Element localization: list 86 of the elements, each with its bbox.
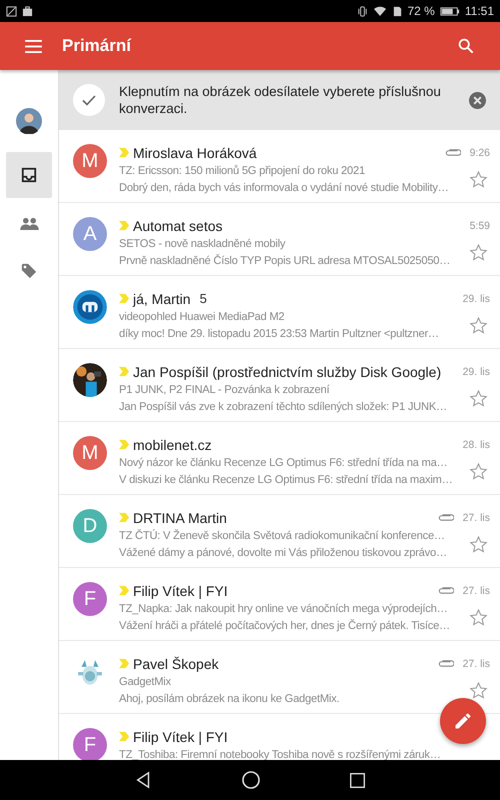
home-icon[interactable] xyxy=(240,770,260,790)
email-snippet: Jan Pospíšil vás zve k zobrazení těchto sdílených složek: P1 JUNK… xyxy=(119,400,447,412)
email-subject: TZ_Napka: Jak nakoupit hry online ve vánočních mega výprodejích… xyxy=(119,602,448,614)
sender-name: Pavel Škopek xyxy=(133,656,219,672)
importance-marker-icon[interactable] xyxy=(119,147,130,158)
sender-name: Filip Vítek | FYI xyxy=(133,582,228,598)
email-subject: SETOS - nově naskladněné mobily xyxy=(119,238,286,250)
sender-name: Miroslava Horáková xyxy=(133,144,257,160)
inbox-icon[interactable] xyxy=(21,167,37,183)
email-subject: TZ_Toshiba: Firemní notebooky Toshiba nově s rozšířenými záruk… xyxy=(119,748,441,760)
importance-marker-icon[interactable] xyxy=(119,585,130,596)
sender-avatar[interactable]: F xyxy=(73,728,107,762)
email-snippet: Vážení hráči a přátelé počítačových her, dnes je Černý pátek. Tisíce… xyxy=(119,620,450,632)
sim-icon xyxy=(392,6,402,16)
received-time: 28. lis xyxy=(462,438,490,450)
wifi-icon xyxy=(372,5,386,17)
received-time: 29. lis xyxy=(462,366,490,378)
email-snippet: V diskuzi ke článku Recenze LG Optimus F6: střední třída na maxim… xyxy=(119,474,453,486)
sender-name: DRTINA Martin xyxy=(133,510,227,526)
star-icon[interactable] xyxy=(469,316,488,335)
email-row[interactable]: Jan Pospíšil (prostřednictvím služby Disk Google) 29. lis P1 JUNK, P2 FINAL - Pozvánka k zobrazení Jan Pospíšil vás zve k zobrazení těchto sdílených složek: P1 JUNK… xyxy=(59,349,500,422)
received-time: 29. lis xyxy=(462,292,490,304)
account-avatar[interactable] xyxy=(16,108,42,134)
email-subject: P1 JUNK, P2 FINAL - Pozvánka k zobrazení xyxy=(119,384,330,396)
screen-title: Primární xyxy=(62,36,132,56)
email-snippet: Prvně naskladněné Číslo TYP Popis URL adresa MTOSAL5025050… xyxy=(119,254,450,266)
check-icon[interactable] xyxy=(73,84,105,116)
sender-name: mobilenet.cz xyxy=(133,436,212,452)
email-row[interactable]: D DRTINA Martin 27. lis TZ ČTÚ: V Ženevě skončila Světová radiokomunikační konference… Vážené dámy a pánové, dovolte mi Vás přiloženou tiskovou zprávo… xyxy=(59,495,500,568)
message-count: 5 xyxy=(200,291,207,306)
email-row[interactable]: A Automat setos 5:59 SETOS - nově naskladněné mobily Prvně naskladněné Číslo TYP Popis URL adresa MTOSAL5025050… xyxy=(59,203,500,276)
email-row[interactable]: M Miroslava Horáková 9:26 TZ: Ericsson: 150 milionů 5G připojení do roku 2021 Dobrý den, ráda bych vás informovala o vydání nové studie Mobility… xyxy=(59,130,500,203)
recents-icon[interactable] xyxy=(348,772,366,788)
sender-name: Automat setos xyxy=(133,218,222,234)
email-row[interactable]: F Filip Vítek | FYI 27. lis TZ_Napka: Jak nakoupit hry online ve vánočních mega výprodejích… Vážení hráči a přátelé počítačových her, dnes je Černý pátek. Tisíce… xyxy=(59,568,500,641)
people-icon[interactable] xyxy=(20,216,38,230)
email-subject: videopohled Huawei MediaPad M2 xyxy=(119,310,284,322)
star-icon[interactable] xyxy=(469,170,488,189)
clock-time: 11:51 xyxy=(464,4,494,18)
briefcase-icon xyxy=(22,6,33,16)
star-icon[interactable] xyxy=(469,243,488,262)
tag-icon[interactable] xyxy=(21,263,37,279)
star-icon[interactable] xyxy=(469,389,488,408)
importance-marker-icon[interactable] xyxy=(119,366,130,377)
received-time: 5:59 xyxy=(470,220,490,232)
importance-marker-icon[interactable] xyxy=(119,439,130,450)
email-subject: Nový názor ke článku Recenze LG Optimus F6: střední třída na ma… xyxy=(119,456,448,468)
received-time: 9:26 xyxy=(470,146,490,158)
menu-icon[interactable] xyxy=(25,40,42,52)
pencil-icon[interactable] xyxy=(453,711,473,731)
importance-marker-icon[interactable] xyxy=(119,293,130,304)
sender-avatar[interactable]: M xyxy=(73,436,107,470)
sender-avatar[interactable]: F xyxy=(73,582,107,616)
received-time: 27. lis xyxy=(462,584,490,596)
sender-name: Jan Pospíšil (prostřednictvím služby Disk Google) xyxy=(133,364,442,380)
star-icon[interactable] xyxy=(469,535,488,554)
star-icon[interactable] xyxy=(469,462,488,481)
received-time: 27. lis xyxy=(462,658,490,670)
battery-percentage: 72 % xyxy=(408,4,435,18)
battery-icon xyxy=(440,6,460,16)
vibrate-icon xyxy=(356,6,368,16)
compose-button[interactable] xyxy=(440,698,486,744)
banner-message: Klepnutím na obrázek odesílatele vyberete příslušnou konverzaci. xyxy=(119,83,442,117)
importance-marker-icon[interactable] xyxy=(119,220,130,231)
email-subject: TZ ČTÚ: V Ženevě skončila Světová radiokomunikační konference… xyxy=(119,530,445,542)
importance-marker-icon[interactable] xyxy=(119,658,130,669)
email-snippet: Dobrý den, ráda bych vás informovala o vydání nové studie Mobility… xyxy=(119,182,449,194)
email-subject: GadgetMix xyxy=(119,676,171,688)
email-row[interactable]: já, Martin 5 29. lis videopohled Huawei MediaPad M2 díky moc! Dne 29. listopadu 2015 23:53 Martin Pultzner <pultzner… xyxy=(59,276,500,349)
email-snippet: Ahoj, posílám obrázek na ikonu ke GadgetMix. xyxy=(119,692,340,704)
image-icon xyxy=(6,6,17,16)
email-subject: TZ: Ericsson: 150 milionů 5G připojení do roku 2021 xyxy=(119,164,365,176)
sender-avatar[interactable]: M xyxy=(73,144,107,178)
star-icon[interactable] xyxy=(469,681,488,700)
email-snippet: Vážené dámy a pánové, dovolte mi Vás přiloženou tiskovou zprávo… xyxy=(119,546,447,558)
sender-name: já, Martin xyxy=(133,290,191,306)
received-time: 27. lis xyxy=(462,512,490,524)
search-icon[interactable] xyxy=(458,38,474,54)
star-icon[interactable] xyxy=(469,608,488,627)
close-icon[interactable] xyxy=(469,92,486,108)
sender-name: Filip Vítek | FYI xyxy=(133,728,228,744)
importance-marker-icon[interactable] xyxy=(119,731,130,742)
selected-nav-item[interactable] xyxy=(6,152,52,198)
email-row[interactable]: M mobilenet.cz 28. lis Nový názor ke článku Recenze LG Optimus F6: střední třída na ma… V diskuzi ke článku Recenze LG Optimus F6: střední třída na maxim… xyxy=(59,422,500,495)
email-snippet: díky moc! Dne 29. listopadu 2015 23:53 Martin Pultzner <pultzner… xyxy=(119,328,439,340)
importance-marker-icon[interactable] xyxy=(119,512,130,523)
